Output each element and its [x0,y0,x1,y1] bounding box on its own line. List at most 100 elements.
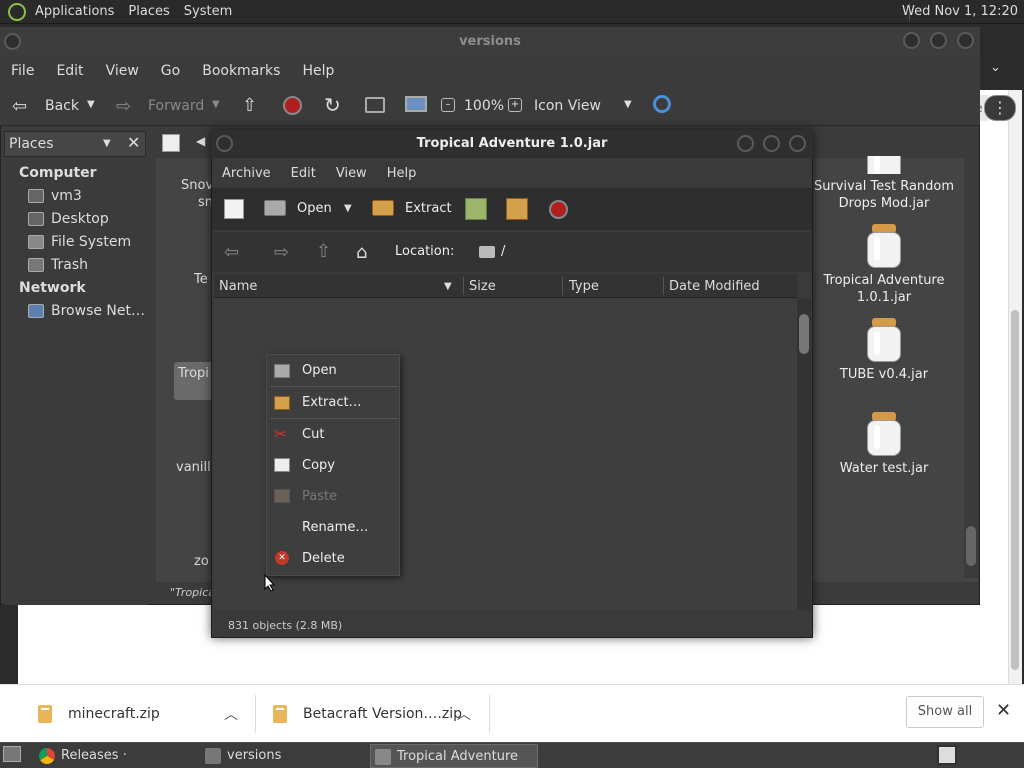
close-sidebar-icon[interactable]: ✕ [127,133,140,152]
column-type[interactable]: Type [569,279,599,294]
sidebar-item-browse-network[interactable]: Browse Net… [51,303,145,319]
sidebar-header[interactable]: Places ▼ [4,131,146,157]
context-item-rename[interactable]: Rename… [302,520,368,535]
menu-view[interactable]: View [95,63,150,79]
archive-scrollbar-thumb[interactable] [799,314,809,354]
menu-view[interactable]: View [326,166,377,181]
menu-file[interactable]: File [0,63,45,79]
up-arrow-icon[interactable]: ⇧ [242,95,257,116]
jar-file-icon[interactable] [867,224,901,268]
sidebar-item-trash[interactable]: Trash [51,257,88,273]
archive-title-bar[interactable]: Tropical Adventure 1.0.jar [211,130,813,158]
zoom-in-icon[interactable]: + [508,98,522,112]
jar-file-icon[interactable] [867,156,901,174]
distro-logo-icon[interactable] [8,2,26,21]
context-item-delete[interactable]: Delete [302,551,345,566]
view-mode-select[interactable]: Icon View [534,98,601,114]
taskbar-item-archive[interactable]: Tropical Adventure 1… [370,744,538,768]
up-arrow-icon[interactable]: ⇧ [316,241,331,262]
file-item-tube[interactable]: TUBE v0.4.jar [809,366,959,383]
column-divider[interactable] [663,277,664,295]
menu-archive[interactable]: Archive [212,166,281,181]
reload-icon[interactable]: ↻ [324,93,341,117]
view-mode-dropdown-icon[interactable]: ▼ [624,99,632,110]
context-item-extract[interactable]: Extract… [302,395,362,410]
file-label-partial[interactable]: Te [194,272,208,287]
file-label-partial[interactable]: vanill [176,460,211,475]
column-name[interactable]: Name [219,279,257,294]
path-back-icon[interactable]: ◀ [196,134,205,148]
computer-icon[interactable] [405,96,427,112]
menu-edit[interactable]: Edit [281,166,326,181]
menu-applications[interactable]: Applications [28,0,121,24]
file-item-tropical-adventure-101[interactable]: Tropical Adventure 1.0.1.jar [809,272,959,306]
chevron-up-icon[interactable]: ︿ [457,704,471,724]
sidebar-dropdown-icon[interactable]: ▼ [103,138,111,149]
column-size[interactable]: Size [469,279,496,294]
show-desktop-icon[interactable] [3,746,21,762]
menu-places[interactable]: Places [121,0,176,24]
file-item-water-test[interactable]: Water test.jar [809,460,959,477]
menu-edit[interactable]: Edit [45,63,94,79]
close-downloads-icon[interactable]: ✕ [996,700,1011,721]
context-item-cut[interactable]: Cut [302,427,324,442]
new-archive-icon[interactable] [224,199,244,219]
workspace-switcher-icon[interactable] [937,745,957,765]
close-icon[interactable] [789,135,806,152]
minimize-icon[interactable] [903,32,920,49]
open-archive-icon[interactable] [264,200,286,216]
stop-icon[interactable] [283,96,302,115]
download-item[interactable]: Betacraft Version….zip [273,685,462,743]
zoom-out-icon[interactable]: – [441,98,455,112]
back-arrow-icon[interactable]: ⇦ [224,242,239,263]
forward-arrow-icon[interactable]: ⇨ [274,242,289,263]
column-divider[interactable] [562,277,563,295]
versions-title-bar[interactable]: versions [0,27,980,56]
window-menu-icon[interactable] [216,135,233,152]
menu-bookmarks[interactable]: Bookmarks [191,63,291,79]
taskbar-item-browser[interactable]: Releases · BlueStag… [35,744,195,768]
browser-scrollbar-thumb[interactable] [1011,310,1019,670]
open-dropdown-icon[interactable]: ▼ [344,203,352,214]
file-label-partial[interactable]: zo [194,554,209,569]
browser-menu-icon[interactable]: ⋮ [984,95,1016,121]
stop-icon[interactable] [549,200,568,219]
menu-help[interactable]: Help [291,63,345,79]
extract-icon[interactable] [372,200,394,216]
file-label-partial[interactable]: Tropi [178,366,209,381]
clock[interactable]: Wed Nov 1, 12:20 [902,0,1018,24]
jar-file-icon[interactable] [867,318,901,362]
close-icon[interactable] [957,32,974,49]
chevron-up-icon[interactable]: ︿ [224,704,238,724]
column-divider[interactable] [463,277,464,295]
home-icon[interactable] [365,97,385,113]
sort-descending-icon[interactable]: ▼ [444,281,452,292]
maximize-icon[interactable] [763,135,780,152]
sidebar-item-file-system[interactable]: File System [51,234,131,250]
show-all-button[interactable]: Show all [906,696,984,728]
add-folder-icon[interactable] [506,198,528,220]
search-icon[interactable] [653,95,671,113]
home-icon[interactable]: ⌂ [356,242,367,263]
file-label-partial[interactable]: Snov [181,178,213,193]
context-item-open[interactable]: Open [302,363,337,378]
context-item-copy[interactable]: Copy [302,458,335,473]
back-button[interactable]: Back [45,98,79,114]
versions-scrollbar[interactable] [964,158,978,578]
add-files-icon[interactable] [465,198,487,220]
location-path[interactable]: / [501,244,505,259]
download-item[interactable]: minecraft.zip [38,685,160,743]
sidebar-item-vm3[interactable]: vm3 [51,188,82,204]
open-button[interactable]: Open [297,201,332,216]
sidebar-item-desktop[interactable]: Desktop [51,211,109,227]
jar-file-icon[interactable] [867,412,901,456]
back-dropdown-icon[interactable]: ▼ [87,99,95,110]
edit-location-icon[interactable] [162,134,180,152]
menu-system[interactable]: System [177,0,239,24]
window-menu-icon[interactable] [4,33,21,50]
versions-scrollbar-thumb[interactable] [966,526,976,566]
file-item-survival-test[interactable]: Survival Test Random Drops Mod.jar [809,178,959,212]
extract-button[interactable]: Extract [405,201,452,216]
chevron-down-icon[interactable]: ⌄ [990,60,1001,75]
menu-go[interactable]: Go [150,63,191,79]
